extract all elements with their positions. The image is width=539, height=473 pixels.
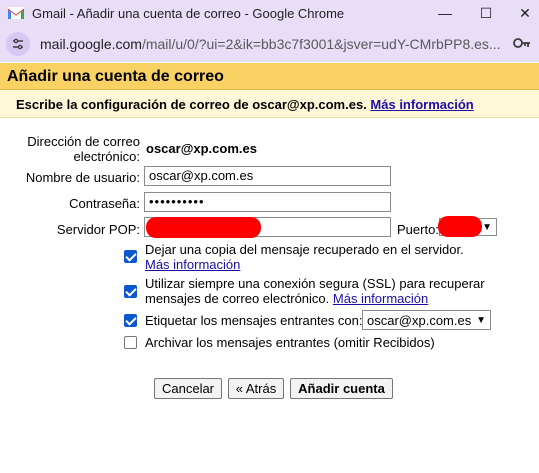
address-bar[interactable]: mail.google.com/mail/u/0/?ui=2&ik=bb3c7f…: [0, 26, 539, 62]
add-account-button[interactable]: Añadir cuenta: [290, 378, 393, 399]
password-label: Contraseña:: [69, 196, 140, 211]
dialog-subtitle: Escribe la configuración de correo de os…: [0, 90, 539, 118]
leave-copy-more-info-link[interactable]: Más información: [145, 257, 240, 272]
window-titlebar: Gmail - Añadir una cuenta de correo - Go…: [0, 0, 539, 26]
username-input[interactable]: oscar@xp.com.es: [144, 166, 391, 186]
leave-copy-option: Dejar una copia del mensaje recuperado e…: [145, 242, 464, 272]
redaction-mark: [146, 217, 261, 238]
ssl-checkbox[interactable]: [124, 285, 137, 298]
chevron-down-icon: ▼: [476, 314, 486, 326]
more-info-link[interactable]: Más información: [370, 97, 473, 112]
email-value: oscar@xp.com.es: [146, 141, 257, 156]
archive-text: Archivar los mensajes entrantes (omitir …: [145, 335, 435, 350]
gmail-icon: [8, 7, 24, 19]
redaction-mark: [438, 216, 482, 237]
minimize-button[interactable]: —: [425, 0, 465, 26]
cancel-button[interactable]: Cancelar: [154, 378, 222, 399]
email-label: Dirección de correo electrónico:: [27, 134, 140, 164]
username-label: Nombre de usuario:: [25, 170, 140, 185]
archive-checkbox[interactable]: [124, 336, 137, 349]
site-info-icon[interactable]: [6, 32, 30, 56]
url-text[interactable]: mail.google.com/mail/u/0/?ui=2&ik=bb3c7f…: [40, 36, 510, 52]
pop-server-label: Servidor POP:: [56, 222, 140, 237]
chevron-down-icon: ▼: [482, 221, 492, 233]
label-incoming-checkbox[interactable]: [124, 314, 137, 327]
password-key-icon[interactable]: [513, 36, 531, 53]
ssl-more-info-link[interactable]: Más información: [333, 291, 428, 306]
ssl-option: Utilizar siempre una conexión segura (SS…: [145, 276, 485, 306]
close-button[interactable]: ✕: [505, 0, 539, 26]
label-incoming-text: Etiquetar los mensajes entrantes con:: [145, 313, 363, 328]
label-select[interactable]: oscar@xp.com.es ▼: [362, 310, 491, 330]
port-label: Puerto:: [397, 222, 439, 237]
password-input[interactable]: ••••••••••: [144, 192, 391, 212]
dialog-title: Añadir una cuenta de correo: [0, 63, 539, 90]
window-title: Gmail - Añadir una cuenta de correo - Go…: [32, 5, 345, 21]
back-button[interactable]: « Atrás: [228, 378, 284, 399]
leave-copy-checkbox[interactable]: [124, 250, 137, 263]
maximize-button[interactable]: ☐: [466, 0, 506, 26]
